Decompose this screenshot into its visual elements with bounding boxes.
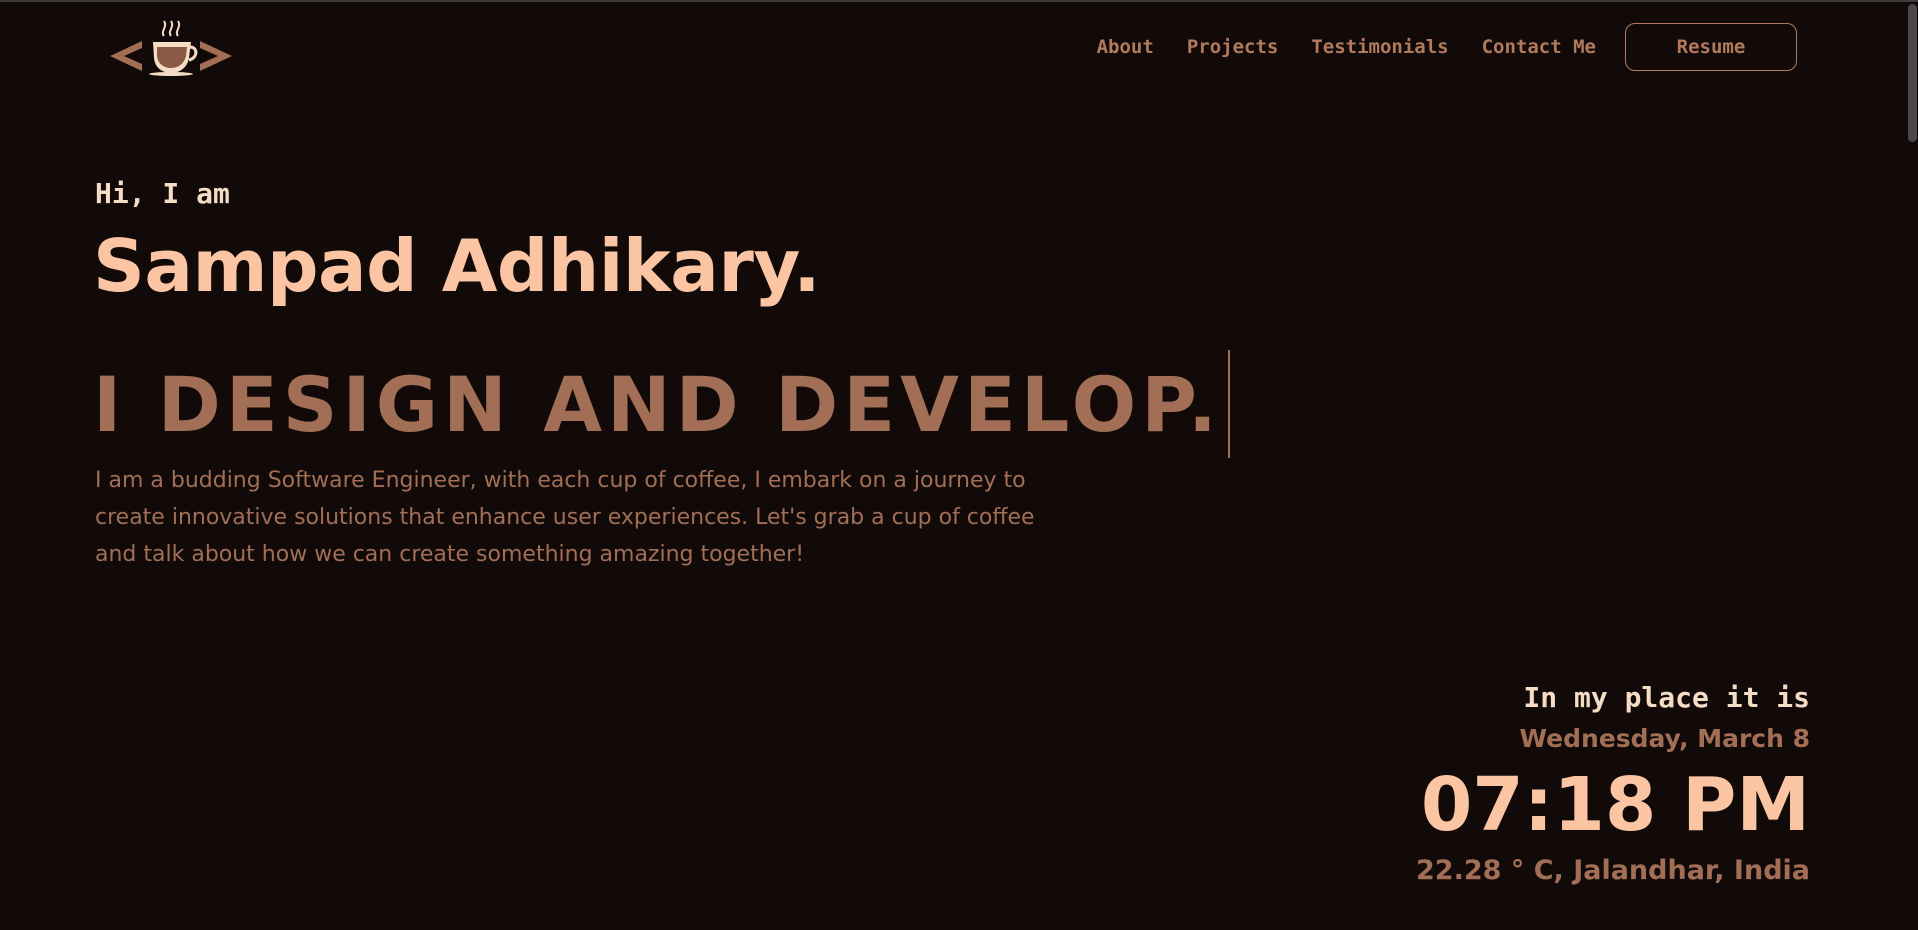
main-nav: About Projects Testimonials Contact Me R… [1097, 23, 1797, 71]
nav-contact-link[interactable]: Contact Me [1482, 36, 1596, 58]
local-time-widget: In my place it is Wednesday, March 8 07:… [1416, 679, 1810, 891]
typing-cursor [1227, 350, 1230, 458]
hero-tagline: I DESIGN AND DEVELOP. [93, 359, 1222, 449]
nav-about-link[interactable]: About [1097, 36, 1154, 58]
clock-intro: In my place it is [1523, 681, 1810, 714]
scrollbar[interactable] [1906, 2, 1918, 930]
hero-tagline-wrapper: I DESIGN AND DEVELOP. [93, 350, 1230, 458]
logo[interactable] [108, 18, 234, 76]
hero-greeting: Hi, I am [95, 177, 230, 210]
clock-weather: 22.28 ° C, Jalandhar, India [1416, 855, 1810, 886]
coffee-cup-code-icon [110, 20, 232, 76]
clock-date: Wednesday, March 8 [1519, 724, 1810, 753]
nav-testimonials-link[interactable]: Testimonials [1311, 36, 1448, 58]
hero-bio: I am a budding Software Engineer, with e… [95, 468, 1035, 567]
scrollbar-thumb[interactable] [1908, 4, 1917, 142]
resume-button[interactable]: Resume [1625, 23, 1797, 71]
nav-projects-link[interactable]: Projects [1187, 36, 1279, 58]
clock-time: 07:18 PM [1420, 762, 1810, 848]
hero-name: Sampad Adhikary. [93, 224, 821, 308]
